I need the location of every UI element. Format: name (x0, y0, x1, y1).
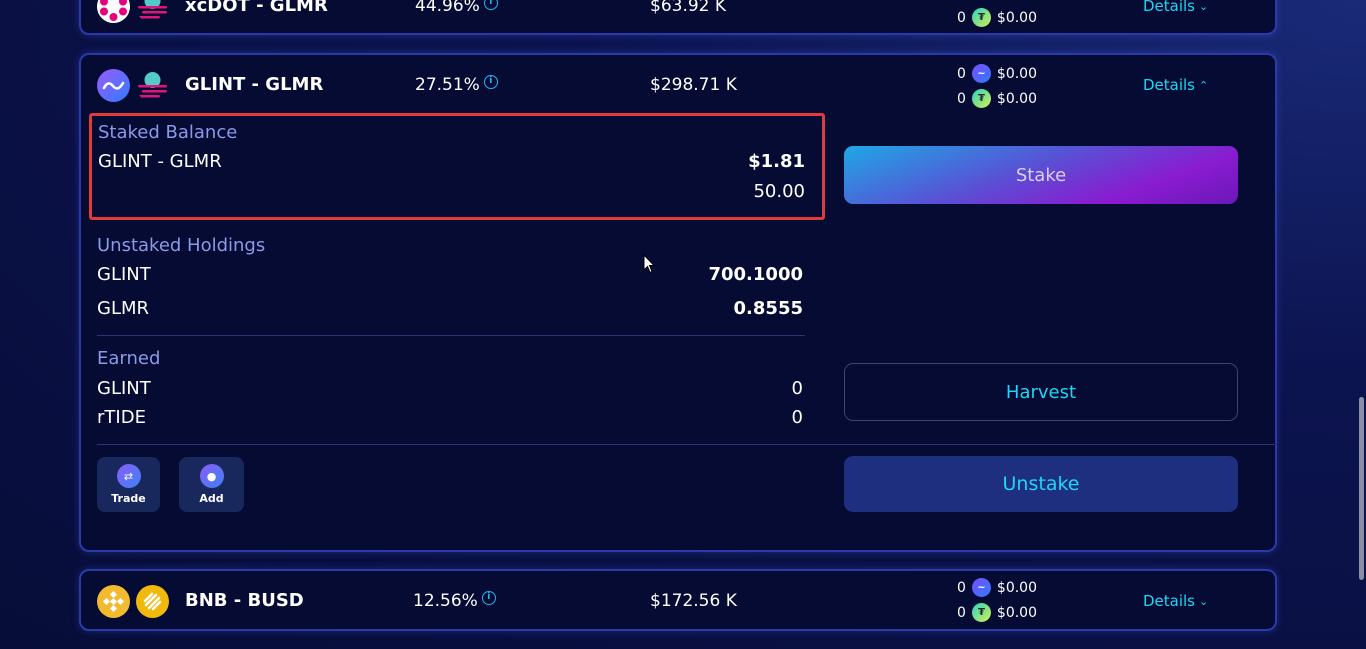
details-label: Details (1143, 592, 1196, 610)
apr-value: 44.96% i (415, 0, 498, 16)
pair-name: xcDOT - GLMR (185, 0, 328, 16)
staked-balance-title: Staked Balance (98, 122, 238, 143)
pair-icons (97, 0, 169, 23)
pair-name: BNB - BUSD (185, 590, 304, 611)
chevron-down-icon: ⌄ (1199, 0, 1209, 13)
pair-name: GLINT - GLMR (185, 74, 324, 95)
tide-icon: ₮ (971, 89, 991, 108)
swap-icon: ⇄ (116, 464, 141, 488)
apr-text: 44.96% (415, 0, 480, 16)
farm-card-bnb-busd: BNB - BUSD 12.56% i $172.56 K 0 ~ $0.00 … (79, 569, 1277, 631)
rewards: 0 ~ $0.00 0 ₮ $0.00 (957, 575, 1037, 625)
droplet-icon: ● (199, 464, 224, 488)
unstaked-amount: 700.1000 (708, 264, 803, 285)
busd-icon (136, 585, 169, 618)
reward-usd: $0.00 (996, 579, 1038, 596)
reward-line: 0 ~ $0.00 (957, 575, 1037, 600)
bnb-icon (97, 585, 130, 618)
info-icon[interactable]: i (483, 0, 498, 10)
reward-line: 0 ~ $0.00 (957, 61, 1037, 86)
farm-card-xcdot-glmr: xcDOT - GLMR 44.96% i $63.92 K 0 ₮ $0.00… (79, 0, 1277, 35)
rewards: 0 ₮ $0.00 (957, 5, 1037, 30)
farm-card-glint-glmr: GLINT - GLMR 27.51% i $298.71 K 0 ~ $0.0… (79, 53, 1277, 552)
apr-value: 27.51% i (415, 75, 498, 95)
reward-usd: $0.00 (996, 604, 1038, 621)
scrollbar-thumb[interactable] (1359, 397, 1364, 580)
glint-icon (97, 69, 130, 102)
reward-amount: 0 (957, 90, 966, 107)
staked-balance-section: Staked Balance GLINT - GLMR $1.81 50.00 (89, 113, 825, 220)
mouse-cursor-icon (643, 253, 656, 278)
unstake-label: Unstake (1002, 473, 1080, 495)
info-icon[interactable]: i (481, 591, 496, 605)
info-icon[interactable]: i (483, 75, 498, 89)
add-label: Add (199, 492, 224, 505)
reward-amount: 0 (957, 65, 966, 82)
staked-usd-value: $1.81 (748, 151, 805, 172)
apr-text: 27.51% (415, 75, 480, 95)
farm-row[interactable]: GLINT - GLMR 27.51% i $298.71 K 0 ~ $0.0… (81, 55, 1275, 117)
staked-pair-name: GLINT - GLMR (98, 151, 222, 172)
tide-icon: ₮ (971, 8, 991, 27)
divider (97, 335, 805, 336)
reward-usd: $0.00 (996, 9, 1038, 26)
farm-row[interactable]: BNB - BUSD 12.56% i $172.56 K 0 ~ $0.00 … (81, 571, 1275, 633)
harvest-button[interactable]: Harvest (844, 363, 1238, 421)
chevron-down-icon: ⌄ (1199, 594, 1209, 608)
liquidity-value: $298.71 K (650, 75, 737, 95)
earned-token: GLINT (97, 378, 151, 399)
rewards: 0 ~ $0.00 0 ₮ $0.00 (957, 61, 1037, 111)
reward-usd: $0.00 (996, 90, 1038, 107)
moonbeam-icon (136, 69, 169, 102)
divider (97, 444, 1277, 445)
reward-line: 0 ₮ $0.00 (957, 5, 1037, 30)
apr-value: 12.56% i (413, 591, 496, 611)
tide-icon: ₮ (971, 603, 991, 622)
unstake-button[interactable]: Unstake (844, 456, 1238, 512)
glint-icon: ~ (971, 64, 991, 83)
pair-icons (97, 585, 169, 618)
details-toggle[interactable]: Details ⌄ (1143, 592, 1208, 610)
apr-text: 12.56% (413, 591, 478, 611)
farm-row[interactable]: xcDOT - GLMR 44.96% i $63.92 K 0 ₮ $0.00… (81, 0, 1275, 38)
glint-icon: ~ (971, 578, 991, 597)
reward-amount: 0 (957, 579, 966, 596)
moonbeam-icon (136, 0, 169, 23)
trade-button[interactable]: ⇄ Trade (97, 457, 160, 512)
details-label: Details (1143, 76, 1196, 94)
earned-amount: 0 (791, 378, 803, 399)
stake-button[interactable]: Stake (844, 146, 1238, 204)
reward-usd: $0.00 (996, 65, 1038, 82)
chevron-up-icon: ⌃ (1199, 78, 1209, 92)
earned-amount: 0 (791, 407, 803, 428)
stake-label: Stake (1015, 164, 1067, 186)
earned-title: Earned (97, 348, 161, 369)
reward-line: 0 ₮ $0.00 (957, 600, 1037, 625)
unstaked-holdings-title: Unstaked Holdings (97, 235, 266, 256)
unstaked-amount: 0.8555 (733, 298, 803, 319)
liquidity-value: $63.92 K (650, 0, 727, 16)
reward-line: 0 ₮ $0.00 (957, 86, 1037, 111)
reward-amount: 0 (957, 9, 966, 26)
staked-amount: 50.00 (753, 181, 805, 202)
pair-icons (97, 69, 169, 102)
unstaked-token: GLINT (97, 264, 151, 285)
liquidity-value: $172.56 K (650, 591, 737, 611)
harvest-label: Harvest (1005, 381, 1077, 403)
details-label: Details (1143, 0, 1196, 15)
details-toggle[interactable]: Details ⌃ (1143, 76, 1208, 94)
trade-label: Trade (111, 492, 146, 505)
earned-token: rTIDE (97, 407, 146, 428)
add-button[interactable]: ● Add (179, 457, 244, 512)
polkadot-icon (97, 0, 130, 23)
unstaked-token: GLMR (97, 298, 150, 319)
details-toggle[interactable]: Details ⌄ (1143, 0, 1208, 15)
reward-amount: 0 (957, 604, 966, 621)
